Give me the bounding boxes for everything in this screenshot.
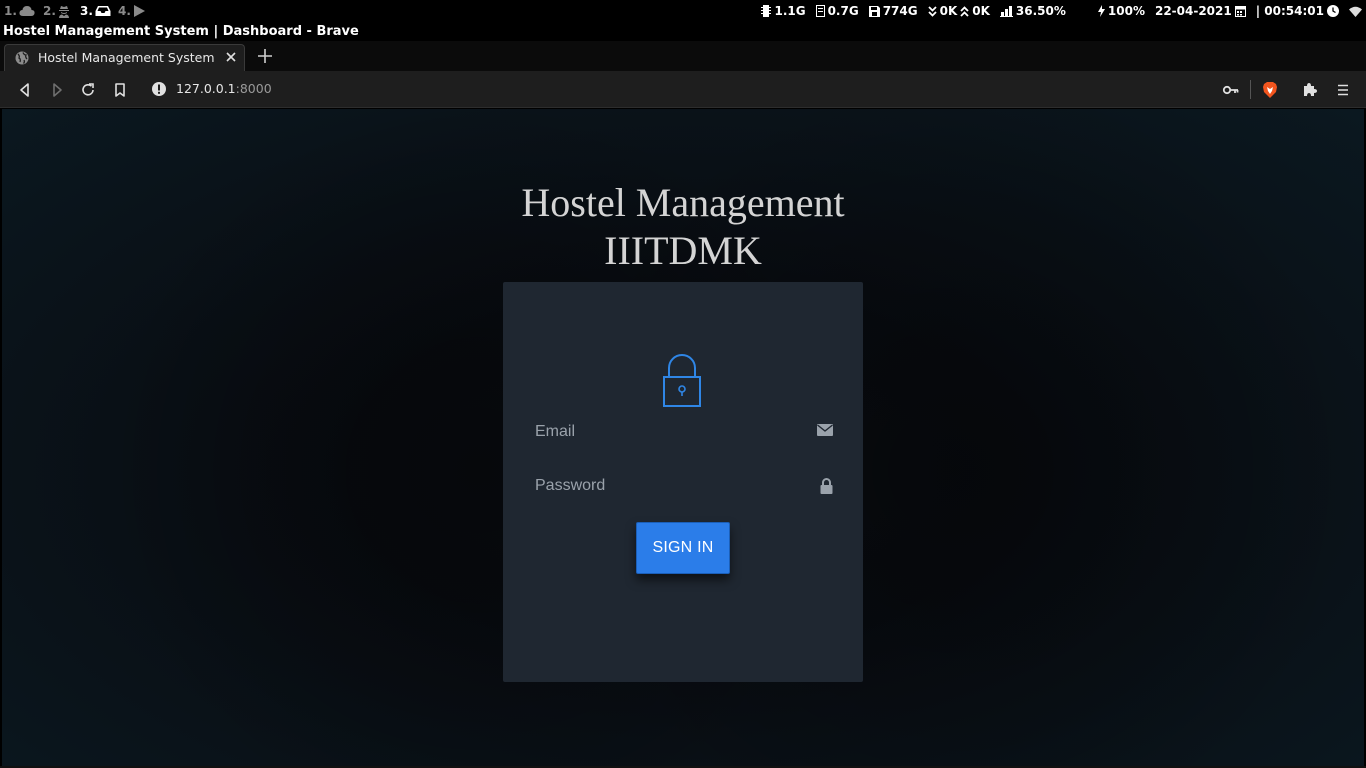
double-chevron-up-icon — [960, 5, 969, 17]
net-down-value: 0K — [939, 4, 958, 18]
lock-icon — [663, 354, 701, 407]
wifi-icon — [1349, 6, 1362, 17]
forward-arrow-icon[interactable] — [48, 81, 66, 99]
site-info-icon[interactable] — [151, 81, 167, 97]
workspace-4[interactable]: 4. — [118, 4, 145, 18]
double-chevron-down-icon — [927, 5, 937, 17]
reload-icon[interactable] — [79, 81, 97, 99]
network-stat: 0K 0K — [927, 4, 990, 18]
workspace-1[interactable]: 1. — [4, 4, 35, 18]
menu-hamburger-icon[interactable] — [1334, 81, 1352, 99]
page-viewport: Hostel Management IIITDMK SIGN IN — [2, 109, 1364, 766]
play-icon — [133, 5, 145, 17]
memory-stat: 1.1G — [761, 4, 806, 18]
new-tab-plus-icon[interactable] — [256, 47, 274, 65]
disk-free-stat: 774G — [868, 4, 918, 18]
sign-in-button[interactable]: SIGN IN — [636, 522, 730, 574]
toolbar-separator — [1250, 80, 1251, 99]
time-value: | 00:54:01 — [1255, 4, 1324, 18]
workspace-number: 1. — [4, 4, 17, 18]
date-stat: 22-04-2021 — [1155, 4, 1246, 18]
workspace-3[interactable]: 3. — [80, 4, 111, 18]
globe-icon — [15, 51, 29, 65]
cloud-icon — [19, 6, 35, 16]
battery-stat: 100% — [1097, 4, 1145, 18]
bar-chart-icon — [999, 5, 1013, 17]
password-field[interactable] — [535, 468, 833, 504]
tab-strip: Hostel Management System | Dashboard — [0, 41, 1366, 71]
page-title: Hostel Management IIITDMK — [2, 179, 1364, 275]
date-value: 22-04-2021 — [1154, 4, 1232, 18]
close-icon[interactable] — [224, 50, 238, 64]
password-input[interactable] — [535, 468, 833, 504]
net-up-value: 0K — [972, 4, 990, 18]
browser-toolbar: 127.0.0.1:8000 — [0, 71, 1366, 108]
workspace-number: 4. — [118, 4, 131, 18]
email-input[interactable] — [535, 414, 833, 450]
cpu-stat: 36.50% — [999, 4, 1066, 18]
disk-free-value: 774G — [882, 4, 918, 18]
battery-value: 100% — [1107, 4, 1145, 18]
key-icon[interactable] — [1222, 81, 1240, 99]
clock-icon — [1327, 5, 1339, 17]
url-port: :8000 — [235, 81, 272, 96]
system-stats: 1.1G 0.7G 774G 0K 0K 36.50% 100% 22-04-2… — [761, 4, 1362, 18]
floppy-disk-icon — [868, 5, 880, 17]
wifi-stat — [1349, 6, 1362, 17]
system-status-bar: 1. 2. 3. 4. 1.1G 0.7G 774G 0K 0K 36.50% … — [0, 0, 1366, 22]
workspace-number: 3. — [80, 4, 93, 18]
padlock-icon — [820, 478, 833, 494]
calendar-icon — [1234, 6, 1246, 17]
memory-value: 1.1G — [774, 4, 806, 18]
memory-icon — [761, 5, 772, 17]
lightning-icon — [1097, 5, 1105, 17]
title-line-1: Hostel Management — [521, 180, 845, 225]
email-field[interactable] — [535, 414, 833, 450]
window-title: Hostel Management System | Dashboard - B… — [3, 24, 359, 39]
storage-icon — [815, 5, 825, 17]
tab-title: Hostel Management System | Dashboard — [38, 50, 220, 65]
extensions-puzzle-icon[interactable] — [1301, 81, 1319, 99]
disk-used-value: 0.7G — [827, 4, 859, 18]
url-host: 127.0.0.1 — [176, 81, 236, 96]
tab-hostel-dashboard[interactable]: Hostel Management System | Dashboard — [4, 44, 245, 71]
cpu-value: 36.50% — [1015, 4, 1066, 18]
inbox-icon — [95, 6, 111, 16]
title-line-2: IIITDMK — [604, 228, 762, 273]
back-arrow-icon[interactable] — [16, 81, 34, 99]
login-card: SIGN IN — [503, 282, 863, 682]
user-secret-icon — [58, 5, 69, 18]
disk-used-stat: 0.7G — [815, 4, 859, 18]
envelope-icon — [817, 424, 833, 436]
time-stat: | 00:54:01 — [1256, 4, 1339, 18]
address-bar[interactable]: 127.0.0.1:8000 — [176, 81, 272, 96]
workspace-number: 2. — [43, 4, 56, 18]
bookmark-icon[interactable] — [111, 81, 129, 99]
brave-shields-icon[interactable] — [1261, 81, 1279, 99]
workspace-2[interactable]: 2. — [43, 4, 70, 18]
